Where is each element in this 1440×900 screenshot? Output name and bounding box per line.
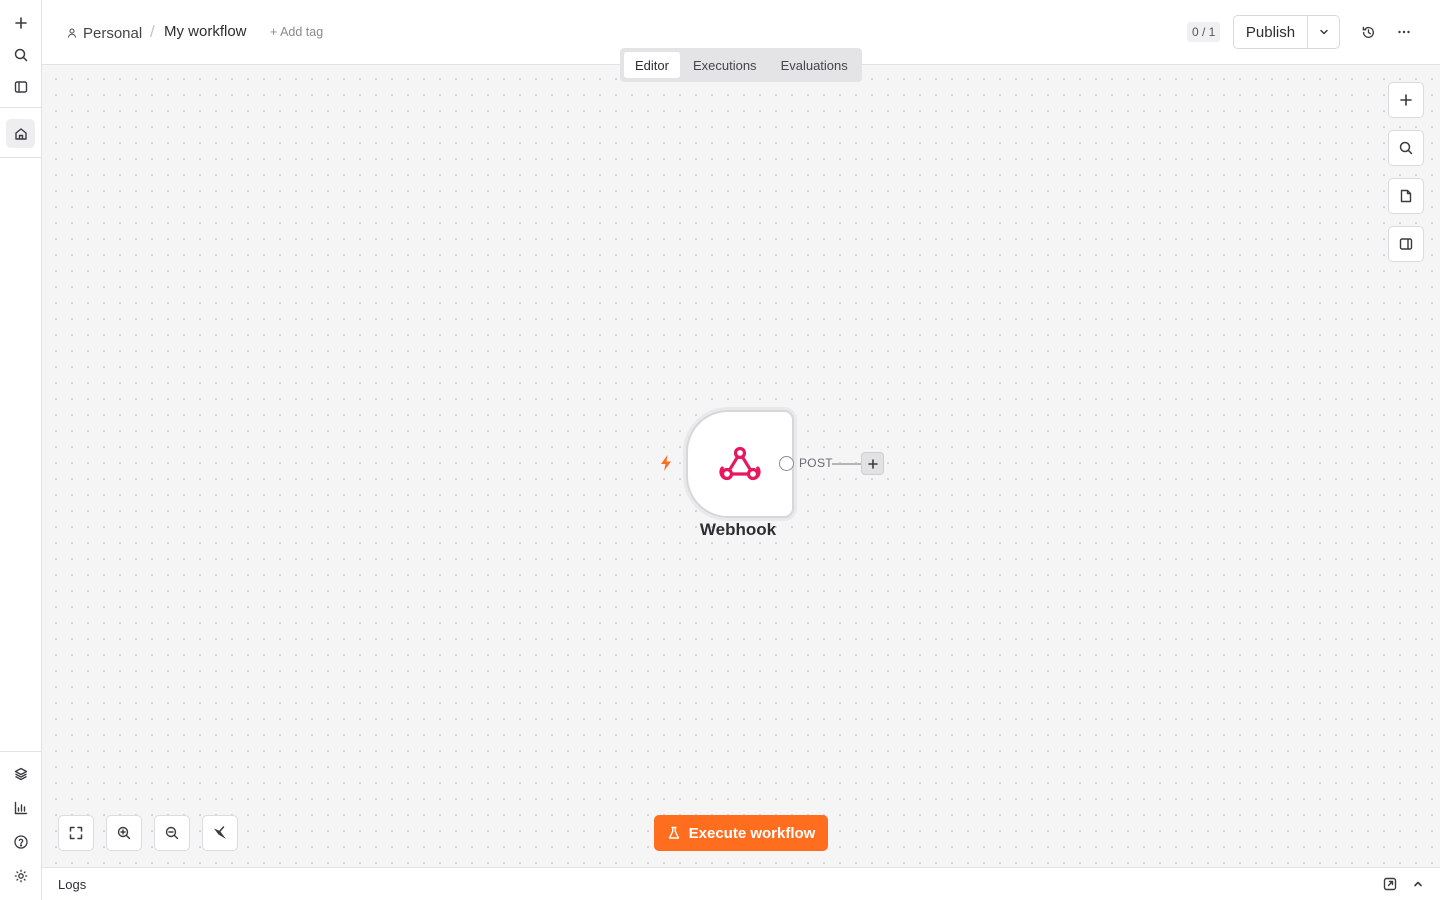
settings-button[interactable] [6, 861, 35, 890]
rail-divider [0, 107, 41, 108]
help-button[interactable] [6, 827, 35, 856]
chevron-down-icon [1319, 29, 1328, 35]
home-button[interactable] [6, 119, 35, 148]
broom-icon [214, 826, 226, 839]
rail-divider [0, 157, 41, 158]
tab-executions[interactable]: Executions [682, 52, 768, 78]
help-circle-icon [13, 834, 28, 849]
output-handle[interactable] [779, 456, 794, 471]
search-icon [1399, 141, 1413, 155]
toggle-panel-button[interactable] [1388, 226, 1424, 262]
webhook-node[interactable] [686, 410, 794, 518]
zoom-out-button[interactable] [154, 815, 190, 851]
active-counter-badge: 0 / 1 [1187, 22, 1221, 42]
plus-icon [867, 458, 878, 469]
zoom-out-icon [165, 826, 179, 840]
more-options-button[interactable] [1392, 20, 1416, 44]
rail-divider [0, 751, 41, 752]
add-node-panel-button[interactable] [1388, 82, 1424, 118]
fit-view-button[interactable] [58, 815, 94, 851]
logs-label: Logs [58, 877, 87, 892]
maximize-icon [69, 826, 83, 840]
output-connector-line [832, 463, 864, 465]
publish-button[interactable]: Publish [1234, 16, 1308, 48]
templates-button[interactable] [6, 759, 35, 788]
node-name-label: Webhook [699, 520, 777, 539]
search-icon [14, 48, 27, 61]
plus-icon [1400, 94, 1412, 106]
pop-out-logs-button[interactable] [1381, 875, 1399, 893]
plus-icon [14, 16, 27, 29]
search-button[interactable] [6, 40, 35, 69]
tab-editor[interactable]: Editor [624, 52, 680, 78]
view-tabs: Editor Executions Evaluations [620, 48, 862, 82]
gear-icon [14, 869, 27, 882]
breadcrumb-project-label: Personal [83, 24, 143, 42]
tidy-up-button[interactable] [202, 815, 238, 851]
sticky-note-icon [1400, 189, 1412, 203]
add-tag-button[interactable]: + Add tag [270, 25, 323, 39]
tab-evaluations[interactable]: Evaluations [770, 52, 859, 78]
add-sticky-note-button[interactable] [1388, 178, 1424, 214]
left-icon-rail [0, 0, 42, 900]
publish-button-group: Publish [1233, 15, 1340, 49]
home-icon [14, 127, 27, 140]
toggle-sidebar-button[interactable] [6, 72, 35, 101]
more-horizontal-icon [1398, 30, 1410, 34]
zoom-in-icon [117, 826, 131, 840]
execute-workflow-label: Execute workflow [688, 824, 816, 842]
version-history-button[interactable] [1356, 20, 1380, 44]
user-icon [67, 28, 77, 38]
publish-options-button[interactable] [1308, 16, 1339, 48]
execute-workflow-button[interactable]: Execute workflow [654, 815, 828, 851]
output-label: POST [799, 456, 833, 470]
bar-chart-icon [14, 801, 27, 814]
layers-icon [14, 767, 27, 780]
history-icon [1362, 26, 1374, 38]
breadcrumb-separator: / [150, 22, 155, 41]
workflow-canvas[interactable]: Webhook POST Execute workflow [42, 65, 1440, 867]
expand-logs-button[interactable] [1409, 875, 1427, 893]
insights-button[interactable] [6, 793, 35, 822]
zoom-in-button[interactable] [106, 815, 142, 851]
webhook-icon [719, 446, 761, 481]
search-nodes-button[interactable] [1388, 130, 1424, 166]
create-button[interactable] [6, 8, 35, 37]
external-window-icon [1383, 877, 1397, 891]
workflow-name[interactable]: My workflow [164, 23, 247, 40]
logs-panel-bar[interactable]: Logs [42, 867, 1440, 900]
add-next-node-button[interactable] [861, 452, 884, 475]
breadcrumb-project[interactable]: Personal [66, 22, 142, 44]
trigger-bolt-icon [658, 454, 674, 472]
chevron-up-icon [1414, 881, 1422, 887]
flask-icon [668, 826, 679, 839]
panel-right-icon [1399, 238, 1413, 250]
sidebar-icon [14, 80, 27, 93]
